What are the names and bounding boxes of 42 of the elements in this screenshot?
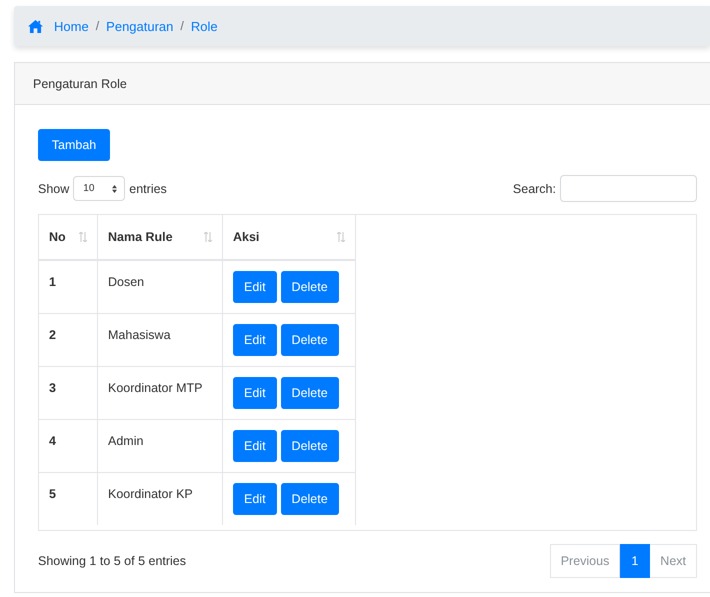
sort-arrows-icon — [112, 184, 118, 192]
table-cell: Admin — [98, 419, 222, 472]
sort-icon — [79, 232, 87, 242]
search-field[interactable] — [560, 175, 697, 202]
column-header[interactable]: Nama Rule — [98, 215, 222, 260]
breadcrumb-separator: / — [94, 19, 100, 33]
table-cell: Mahasiswa — [98, 313, 222, 366]
home-icon[interactable] — [28, 20, 43, 32]
edit-button[interactable]: Edit — [233, 271, 277, 303]
breadcrumb-link[interactable]: Role — [190, 18, 218, 34]
breadcrumb-link[interactable]: Pengaturan — [106, 18, 174, 34]
delete-button[interactable]: Delete — [280, 376, 339, 408]
sort-icon — [204, 232, 212, 242]
card-title: Pengaturan Role — [33, 76, 127, 90]
table-cell: Dosen — [98, 260, 222, 313]
table-cell: 3 — [39, 366, 98, 419]
table-cell: 1 — [39, 260, 98, 313]
delete-button[interactable]: Delete — [280, 482, 339, 514]
column-header[interactable]: Aksi — [222, 215, 356, 260]
table-cell: 5 — [39, 472, 98, 525]
entries-select[interactable]: 10 — [73, 176, 126, 201]
table-cell: 4 — [39, 419, 98, 472]
edit-button[interactable]: Edit — [233, 324, 277, 356]
show-label: Show — [38, 182, 70, 196]
search-label: Search: — [512, 182, 556, 196]
entries-info: Showing 1 to 5 of 5 entries — [38, 554, 186, 568]
entries-label: entries — [129, 182, 167, 196]
sort-icon — [337, 232, 345, 242]
table-cell: Koordinator MTP — [98, 366, 222, 419]
delete-button[interactable]: Delete — [280, 324, 339, 356]
edit-button[interactable]: Edit — [233, 376, 277, 408]
breadcrumb-link[interactable]: Home — [54, 18, 89, 34]
delete-button[interactable]: Delete — [280, 430, 339, 462]
table-cell: Koordinator KP — [98, 472, 222, 525]
delete-button[interactable]: Delete — [280, 271, 339, 303]
column-header[interactable]: No — [39, 215, 98, 260]
page-button[interactable]: 1 — [620, 544, 650, 578]
breadcrumb-separator: / — [179, 19, 185, 33]
table-cell: 2 — [39, 313, 98, 366]
edit-button[interactable]: Edit — [233, 430, 277, 462]
add-button[interactable]: Tambah — [38, 129, 110, 161]
edit-button[interactable]: Edit — [233, 482, 277, 514]
